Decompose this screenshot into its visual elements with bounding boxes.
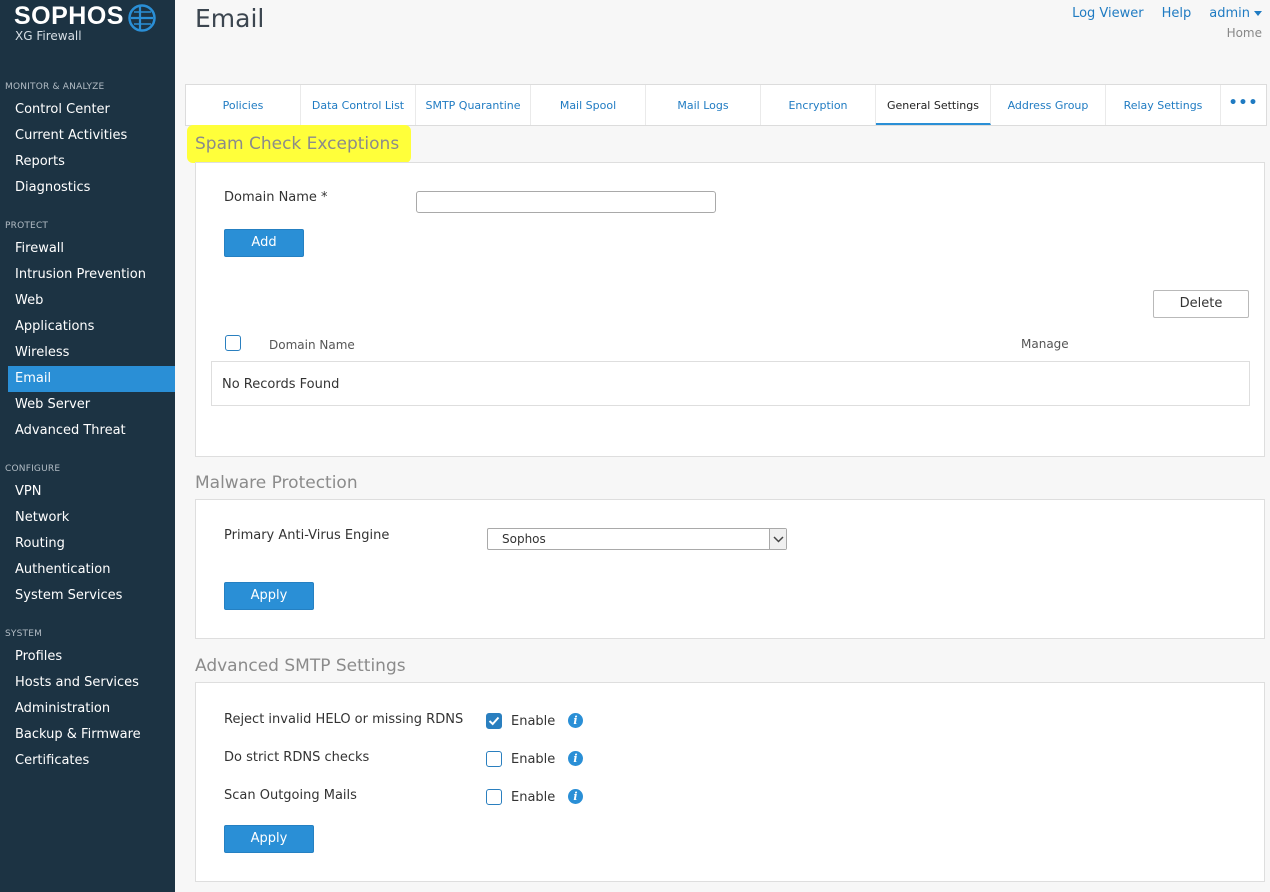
sidebar-item-backup-firmware[interactable]: Backup & Firmware [8, 722, 175, 748]
scan-outgoing-checkbox[interactable] [486, 789, 502, 805]
sidebar: SOPHOS XG Firewall MONITOR & ANALYZE Con… [0, 0, 175, 892]
log-viewer-link[interactable]: Log Viewer [1072, 6, 1144, 21]
column-domain-name: Domain Name [269, 338, 355, 352]
sidebar-item-current-activities[interactable]: Current Activities [8, 123, 175, 149]
breadcrumb[interactable]: Home [1227, 26, 1262, 40]
sidebar-item-applications[interactable]: Applications [8, 314, 175, 340]
smtp-apply-button[interactable]: Apply [224, 825, 314, 853]
domain-name-label: Domain Name * [224, 190, 328, 205]
sidebar-item-web-server[interactable]: Web Server [8, 392, 175, 418]
brand-logo[interactable]: SOPHOS XG Firewall [14, 2, 156, 43]
malware-panel: Primary Anti-Virus Engine Sophos Apply [195, 499, 1265, 639]
sidebar-item-administration[interactable]: Administration [8, 696, 175, 722]
sidebar-item-hosts-and-services[interactable]: Hosts and Services [8, 670, 175, 696]
caret-down-icon [1254, 11, 1262, 16]
sidebar-item-email[interactable]: Email [8, 366, 175, 392]
records-table-body: No Records Found [211, 361, 1250, 406]
smtp-panel: Reject invalid HELO or missing RDNS Enab… [195, 682, 1265, 882]
sidebar-item-control-center[interactable]: Control Center [8, 97, 175, 123]
av-engine-label: Primary Anti-Virus Engine [224, 528, 390, 543]
sidebar-item-authentication[interactable]: Authentication [8, 557, 175, 583]
section-system: SYSTEM [5, 629, 43, 639]
scan-outgoing-enable-label: Enable [511, 790, 556, 805]
strict-rdns-label: Do strict RDNS checks [224, 750, 370, 765]
sophos-globe-icon [128, 4, 156, 32]
scan-outgoing-label: Scan Outgoing Mails [224, 788, 357, 803]
page-title: Email [195, 4, 265, 33]
av-engine-value: Sophos [502, 532, 546, 546]
delete-button[interactable]: Delete [1153, 290, 1249, 318]
admin-label: admin [1209, 6, 1250, 21]
tab-data-control-list[interactable]: Data Control List [301, 85, 416, 125]
tab-relay-settings[interactable]: Relay Settings [1106, 85, 1221, 125]
checkmark-icon [488, 716, 500, 726]
tab-mail-spool[interactable]: Mail Spool [531, 85, 646, 125]
sidebar-item-intrusion-prevention[interactable]: Intrusion Prevention [8, 262, 175, 288]
reject-helo-label: Reject invalid HELO or missing RDNS [224, 712, 464, 727]
malware-heading: Malware Protection [195, 473, 358, 493]
admin-menu[interactable]: admin [1209, 6, 1262, 21]
brand-name: SOPHOS [14, 2, 124, 30]
top-links: Log Viewer Help admin [1072, 6, 1262, 21]
tab-bar: Policies Data Control List SMTP Quaranti… [185, 84, 1267, 126]
sidebar-item-reports[interactable]: Reports [8, 149, 175, 175]
sidebar-item-system-services[interactable]: System Services [8, 583, 175, 609]
tab-general-settings[interactable]: General Settings [876, 85, 991, 125]
sidebar-item-network[interactable]: Network [8, 505, 175, 531]
sidebar-item-wireless[interactable]: Wireless [8, 340, 175, 366]
info-icon[interactable]: i [568, 713, 583, 728]
sidebar-item-profiles[interactable]: Profiles [8, 644, 175, 670]
smtp-heading: Advanced SMTP Settings [195, 656, 406, 676]
select-all-checkbox[interactable] [225, 335, 241, 351]
tab-address-group[interactable]: Address Group [991, 85, 1106, 125]
more-tabs-icon[interactable]: ••• [1221, 85, 1266, 125]
tab-mail-logs[interactable]: Mail Logs [646, 85, 761, 125]
column-manage: Manage [1021, 337, 1069, 351]
reject-helo-enable-label: Enable [511, 714, 556, 729]
chevron-down-icon [769, 529, 786, 549]
reject-helo-checkbox[interactable] [486, 713, 502, 729]
av-engine-select[interactable]: Sophos [487, 528, 787, 550]
empty-records-text: No Records Found [222, 377, 340, 392]
sidebar-item-routing[interactable]: Routing [8, 531, 175, 557]
sidebar-item-diagnostics[interactable]: Diagnostics [8, 175, 175, 201]
section-monitor: MONITOR & ANALYZE [5, 82, 105, 92]
add-button[interactable]: Add [224, 229, 304, 257]
sidebar-item-vpn[interactable]: VPN [8, 479, 175, 505]
info-icon[interactable]: i [568, 789, 583, 804]
help-link[interactable]: Help [1162, 6, 1192, 21]
product-name: XG Firewall [15, 29, 82, 43]
strict-rdns-enable-label: Enable [511, 752, 556, 767]
spam-check-panel: Domain Name * Add Delete Domain Name Man… [195, 162, 1265, 457]
section-protect: PROTECT [5, 221, 49, 231]
domain-name-input[interactable] [416, 191, 716, 213]
strict-rdns-checkbox[interactable] [486, 751, 502, 767]
tab-policies[interactable]: Policies [186, 85, 301, 125]
sidebar-item-web[interactable]: Web [8, 288, 175, 314]
tab-smtp-quarantine[interactable]: SMTP Quarantine [416, 85, 531, 125]
section-configure: CONFIGURE [5, 464, 61, 474]
sidebar-item-certificates[interactable]: Certificates [8, 748, 175, 774]
sidebar-item-firewall[interactable]: Firewall [8, 236, 175, 262]
info-icon[interactable]: i [568, 751, 583, 766]
spam-check-heading: Spam Check Exceptions [195, 134, 400, 154]
sidebar-item-advanced-threat[interactable]: Advanced Threat [8, 418, 175, 444]
tab-encryption[interactable]: Encryption [761, 85, 876, 125]
malware-apply-button[interactable]: Apply [224, 582, 314, 610]
